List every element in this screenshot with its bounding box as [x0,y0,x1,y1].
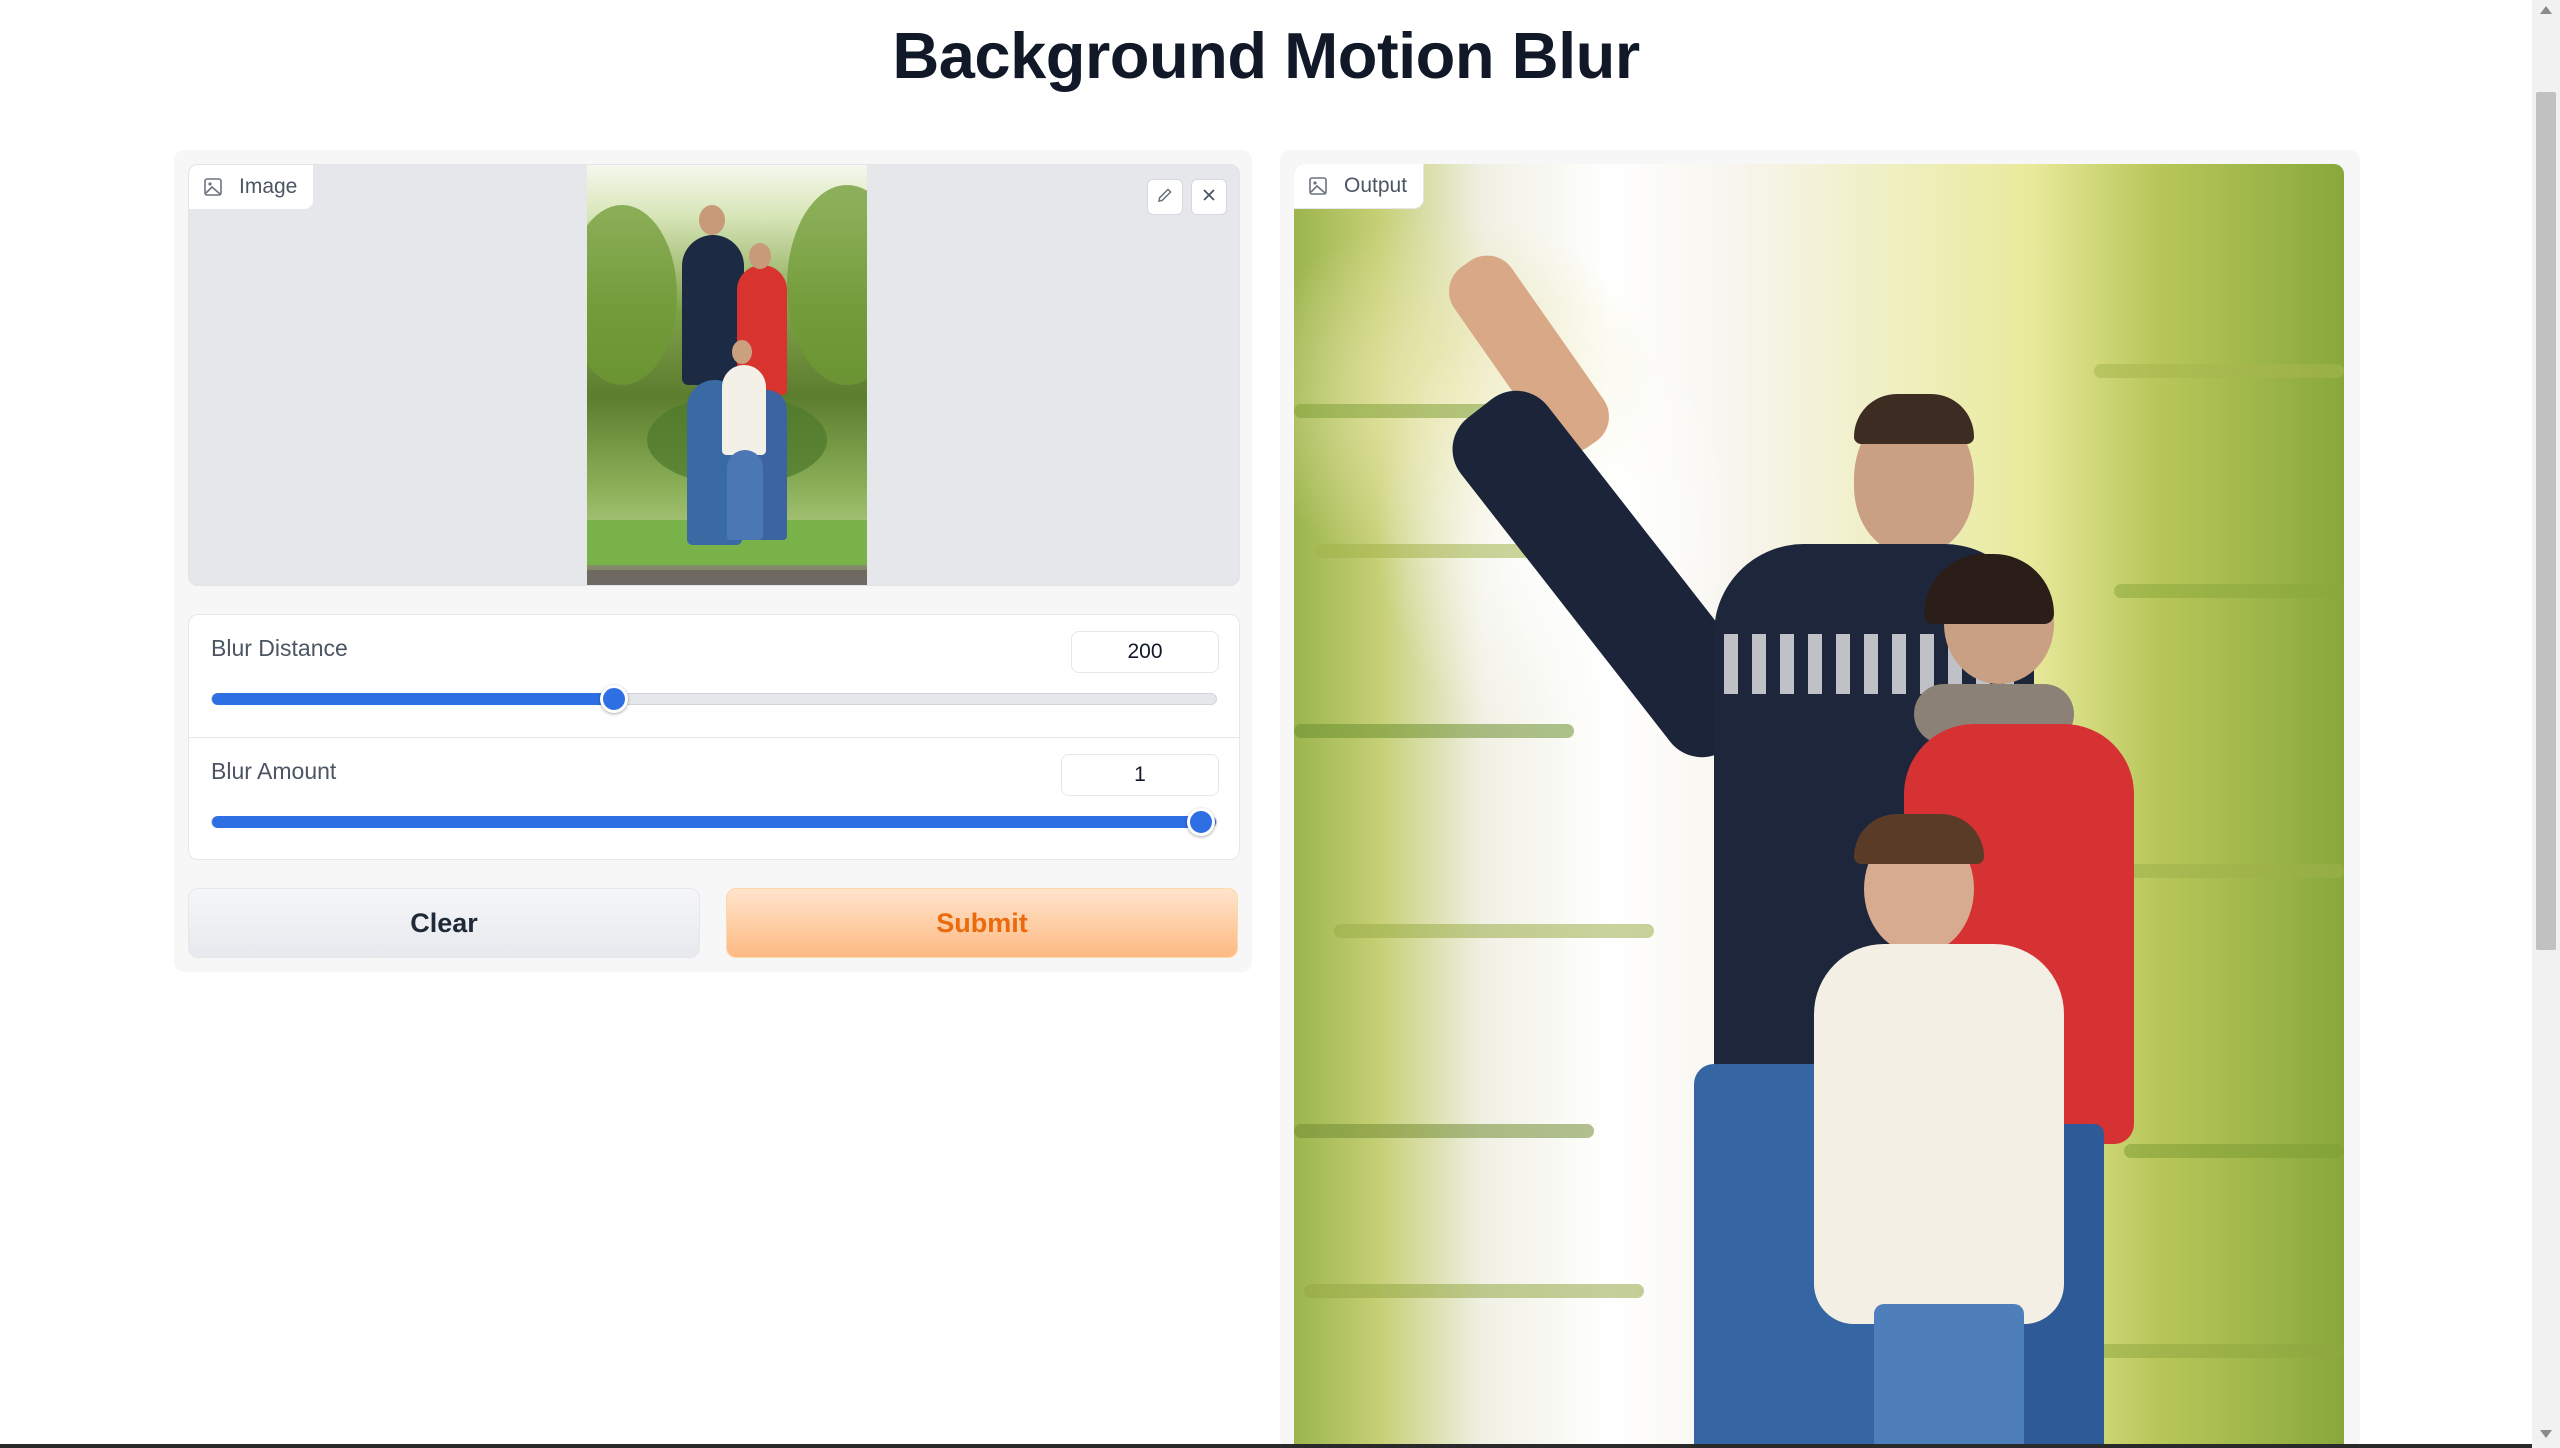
blur-distance-slider[interactable] [211,685,1217,713]
output-label: Output [1294,164,1425,209]
close-icon [1200,186,1218,209]
output-label-text: Output [1344,174,1408,197]
slider-group: Blur Distance 200 Blur Amount 1 [188,614,1240,860]
submit-button[interactable]: Submit [726,888,1238,958]
clear-button[interactable]: Clear [188,888,700,958]
family-photo-subject [1294,164,2344,1448]
blur-distance-control: Blur Distance 200 [189,615,1239,737]
blur-distance-label: Blur Distance [211,635,348,661]
remove-image-button[interactable] [1191,179,1227,215]
image-input[interactable]: Image [188,164,1240,586]
image-icon [203,177,223,197]
image-label-text: Image [239,175,298,198]
blur-amount-handle[interactable] [1186,808,1215,836]
page-title: Background Motion Blur [892,19,1640,92]
image-icon [1308,176,1328,196]
pencil-icon [1156,186,1174,209]
blur-amount-label: Blur Amount [211,758,337,784]
page-scrollbar[interactable] [2532,0,2560,1448]
blur-distance-handle[interactable] [599,685,628,713]
blur-amount-control: Blur Amount 1 [189,737,1239,860]
input-panel: Image Blur Distance 200 Blur Amount 1 Cl… [174,150,1252,972]
scroll-up-arrow[interactable] [2540,6,2552,14]
uploaded-photo [587,165,867,585]
image-label: Image [189,165,315,210]
bottom-edge [0,1444,2532,1448]
scrollbar-thumb[interactable] [2536,92,2556,950]
scroll-down-arrow[interactable] [2540,1430,2552,1438]
blur-amount-slider[interactable] [211,808,1217,836]
output-panel: Output [1280,150,2360,1448]
output-image: Output [1294,164,2344,1448]
blur-amount-input[interactable]: 1 [1061,754,1219,796]
edit-button[interactable] [1147,179,1183,215]
blur-distance-input[interactable]: 200 [1071,631,1219,673]
